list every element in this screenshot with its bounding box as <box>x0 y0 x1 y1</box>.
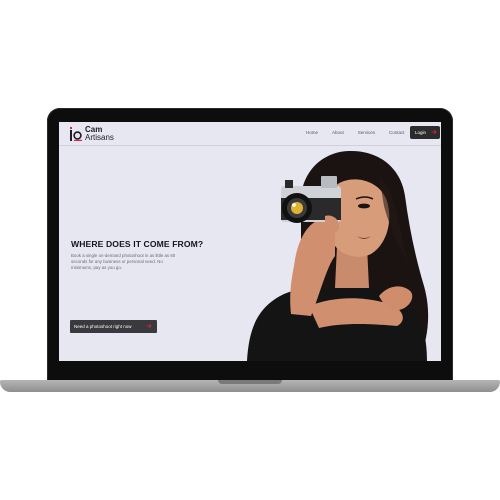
cta-button-label: Need a photoshoot right now <box>74 324 132 329</box>
brand-name-line2: Artisans <box>85 133 114 142</box>
arrow-right-icon <box>146 323 152 329</box>
camera-logo-icon <box>70 127 82 141</box>
hero-title: WHERE DOES IT COME FROM? <box>71 239 204 249</box>
nav-link-services[interactable]: Services <box>358 130 375 135</box>
login-button[interactable]: Login <box>410 126 440 139</box>
laptop-mockup: Cam Artisans Home About Services Contact… <box>0 0 500 500</box>
nav-link-contact[interactable]: Contact <box>389 130 405 135</box>
login-button-label: Login <box>415 130 427 135</box>
photoshoot-cta-button[interactable]: Need a photoshoot right now <box>70 320 157 333</box>
nav-links: Home About Services Contact <box>306 130 419 135</box>
brand-name: Cam Artisans <box>85 126 114 142</box>
hero-description: Book a single on-demand photoshoot in as… <box>71 253 176 270</box>
arrow-right-icon <box>431 129 437 135</box>
nav-link-about[interactable]: About <box>332 130 344 135</box>
brand-logo[interactable]: Cam Artisans <box>70 126 125 142</box>
nav-link-home[interactable]: Home <box>306 130 318 135</box>
top-navigation: Cam Artisans Home About Services Contact… <box>59 122 441 146</box>
laptop-base-notch <box>218 380 282 384</box>
hero-photo-woman-with-camera <box>247 150 429 361</box>
website-screen: Cam Artisans Home About Services Contact… <box>59 122 441 361</box>
